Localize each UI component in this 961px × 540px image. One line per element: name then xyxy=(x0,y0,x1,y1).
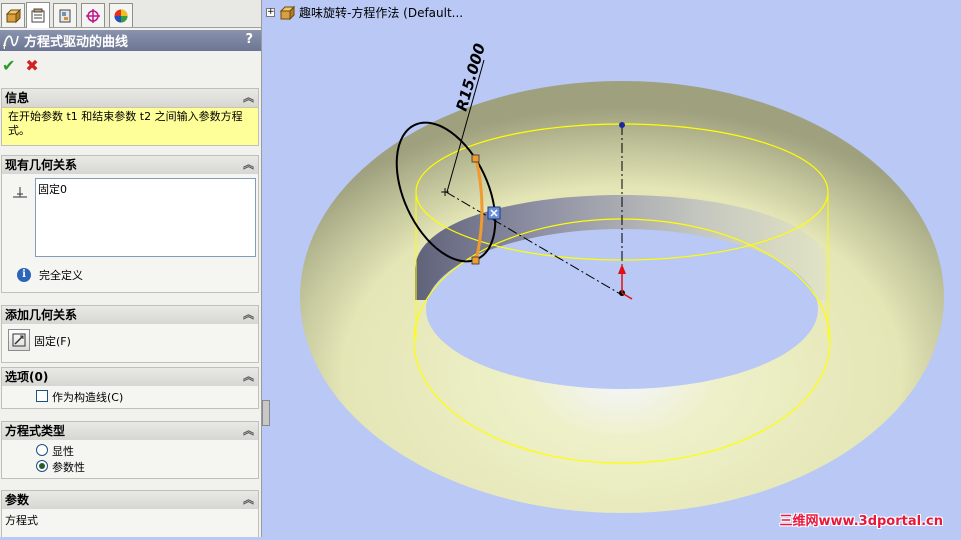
part-name[interactable]: 趣味旋转-方程作法 (Default... xyxy=(299,4,463,21)
add-relations-title: 添加几何关系 xyxy=(5,308,78,322)
parameters-header[interactable]: 参数 ︽ xyxy=(2,491,258,509)
arc-endpoint-handle[interactable] xyxy=(471,256,480,265)
help-button[interactable]: ? xyxy=(245,32,253,47)
definition-status: i 完全定义 xyxy=(17,267,83,283)
site-watermark: 三维网www.3dportal.cn xyxy=(779,514,943,529)
parametric-radio[interactable] xyxy=(36,460,48,472)
info-group: 信息 ︽ 在开始参数 t1 和结束参数 t2 之间输入参数方程式。 xyxy=(1,88,259,146)
info-icon: i xyxy=(17,268,31,282)
anchor-icon xyxy=(12,333,26,347)
tab-feature-manager[interactable] xyxy=(1,3,25,27)
display-manager-icon xyxy=(114,9,128,22)
existing-relations-header[interactable]: 现有几何关系 ︽ xyxy=(2,156,258,174)
equation-type-header[interactable]: 方程式类型 ︽ xyxy=(2,422,258,440)
tab-property-manager[interactable] xyxy=(26,2,50,28)
explicit-radio[interactable] xyxy=(36,444,48,456)
axis-endpoint[interactable] xyxy=(619,122,625,128)
ok-cancel-row: ✔ ✖ xyxy=(2,56,39,75)
relation-type-icon xyxy=(13,187,27,198)
equation-label: 方程式 xyxy=(5,514,38,527)
manager-tab-bar xyxy=(0,0,261,28)
collapse-chevron-icon[interactable]: ︽ xyxy=(243,306,254,324)
feature-tree-flyout[interactable]: + 趣味旋转-方程作法 (Default... xyxy=(266,4,463,21)
equation-curve-icon: f xyxy=(3,35,19,50)
info-group-header[interactable]: 信息 ︽ xyxy=(2,89,258,107)
model-view[interactable]: + R15.000 xyxy=(263,0,961,537)
expand-tree-icon[interactable]: + xyxy=(266,8,275,17)
fix-relation-label: 固定(F) xyxy=(34,335,71,348)
options-group: 选项(0) ︽ 作为构造线(C) xyxy=(1,367,259,409)
info-message: 在开始参数 t1 和结束参数 t2 之间输入参数方程式。 xyxy=(2,107,258,145)
property-manager-title: 方程式驱动的曲线 xyxy=(24,35,129,50)
existing-relations-title: 现有几何关系 xyxy=(5,158,78,172)
arc-endpoint-handle[interactable] xyxy=(471,154,480,163)
options-header[interactable]: 选项(0) ︽ xyxy=(2,368,258,386)
equation-type-group: 方程式类型 ︽ 显性 参数性 xyxy=(1,421,259,479)
options-title: 选项(0) xyxy=(5,370,49,384)
explicit-label: 显性 xyxy=(52,445,74,458)
construction-checkbox[interactable] xyxy=(36,390,48,402)
tab-dimxpert-manager[interactable] xyxy=(81,3,105,27)
collapse-chevron-icon[interactable]: ︽ xyxy=(243,156,254,174)
add-relations-header[interactable]: 添加几何关系 ︽ xyxy=(2,306,258,324)
configuration-icon xyxy=(59,9,71,22)
list-item[interactable]: 固定0 xyxy=(38,181,253,197)
parameters-group: 参数 ︽ 方程式 xyxy=(1,490,259,537)
equation-type-title: 方程式类型 xyxy=(5,424,66,438)
parameters-title: 参数 xyxy=(5,493,30,507)
property-manager-icon xyxy=(31,8,45,22)
ok-icon[interactable]: ✔ xyxy=(2,56,15,75)
collapse-chevron-icon[interactable]: ︽ xyxy=(243,89,254,107)
dimxpert-icon xyxy=(86,8,100,23)
add-relations-group: 添加几何关系 ︽ 固定(F) xyxy=(1,305,259,363)
definition-status-text: 完全定义 xyxy=(39,269,83,282)
property-manager-title-bar: f 方程式驱动的曲线 ? xyxy=(0,30,261,51)
existing-relations-group: 现有几何关系 ︽ 固定0 i 完全定义 xyxy=(1,155,259,293)
graphics-area[interactable]: + R15.000 + 趣味旋转-方程作法 (Default... 三维网www… xyxy=(263,0,961,537)
cancel-icon[interactable]: ✖ xyxy=(25,56,38,75)
tab-configuration-manager[interactable] xyxy=(53,3,77,27)
relations-list[interactable]: 固定0 xyxy=(35,178,256,257)
svg-text:f: f xyxy=(3,43,7,50)
parametric-label: 参数性 xyxy=(52,461,85,474)
fix-relation-button[interactable] xyxy=(8,329,30,351)
tab-display-manager[interactable] xyxy=(109,3,133,27)
collapse-chevron-icon[interactable]: ︽ xyxy=(243,368,254,386)
collapse-chevron-icon[interactable]: ︽ xyxy=(243,491,254,509)
property-manager-panel: f 方程式驱动的曲线 ? ✔ ✖ 信息 ︽ 在开始参数 t1 和结束参数 t2 之… xyxy=(0,0,262,537)
feature-tree-icon xyxy=(5,8,21,23)
collapse-chevron-icon[interactable]: ︽ xyxy=(243,422,254,440)
part-icon xyxy=(279,5,295,20)
construction-label: 作为构造线(C) xyxy=(52,391,124,404)
info-group-title: 信息 xyxy=(5,91,30,105)
